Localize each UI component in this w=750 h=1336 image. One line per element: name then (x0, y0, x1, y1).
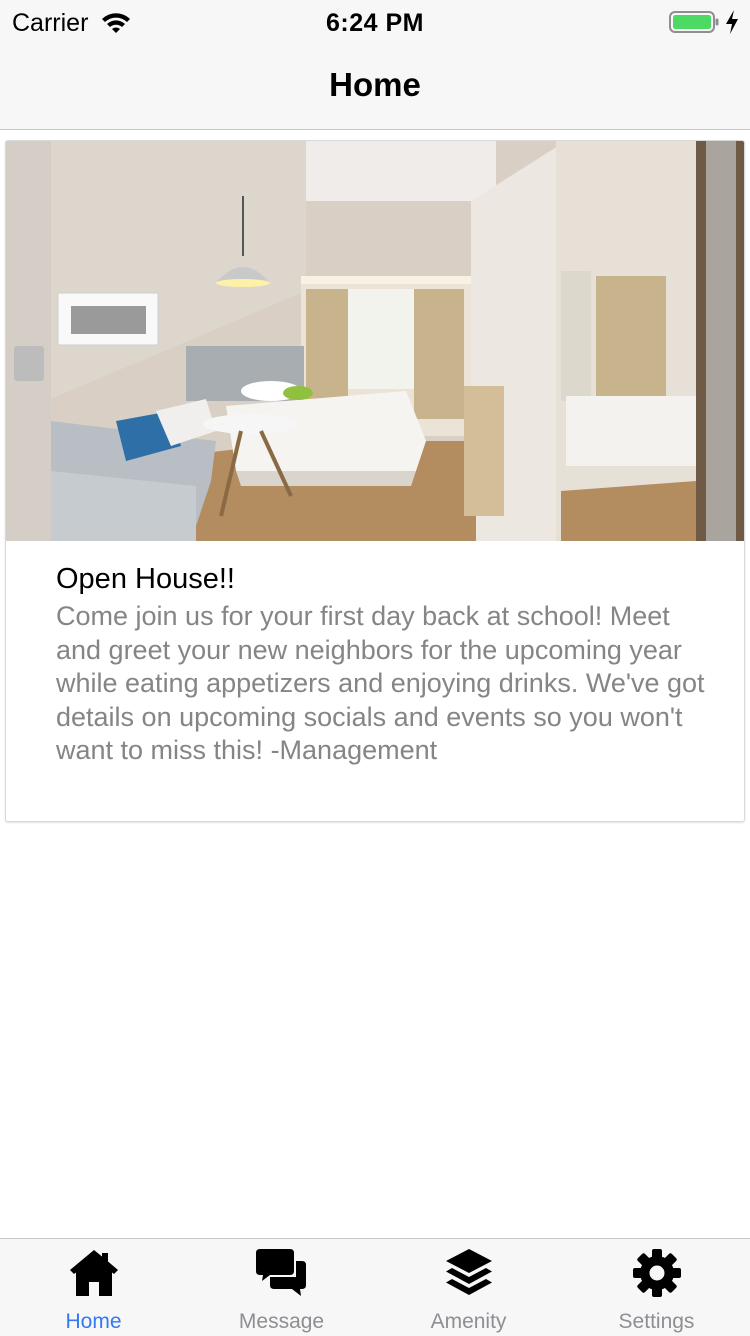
tab-amenity-label: Amenity (430, 1310, 507, 1333)
status-time: 6:24 PM (326, 9, 424, 37)
announcement-card[interactable]: Open House!! Come join us for your first… (5, 140, 745, 822)
tab-settings[interactable]: Settings (563, 1239, 750, 1336)
home-icon (69, 1250, 118, 1296)
tab-bar: Home Message Amenity Settings (0, 1238, 750, 1336)
layers-icon (445, 1249, 492, 1295)
card-title: Open House!! (56, 563, 235, 595)
navigation-bar: Home (0, 44, 750, 130)
tab-message[interactable]: Message (188, 1239, 375, 1336)
battery-icon (669, 11, 719, 33)
tab-settings-label: Settings (618, 1310, 695, 1333)
page-title: Home (329, 66, 421, 103)
status-bar: Carrier 6:24 PM (0, 0, 750, 44)
chat-bubbles-icon (255, 1249, 306, 1296)
tab-message-label: Message (238, 1310, 325, 1333)
tab-home-label: Home (65, 1310, 122, 1333)
gear-icon (632, 1249, 681, 1297)
card-image (6, 141, 744, 541)
tab-amenity[interactable]: Amenity (375, 1239, 562, 1336)
charging-bolt-icon (726, 10, 738, 34)
card-description: Come join us for your first day back at … (56, 601, 705, 765)
tab-home[interactable]: Home (0, 1239, 187, 1336)
